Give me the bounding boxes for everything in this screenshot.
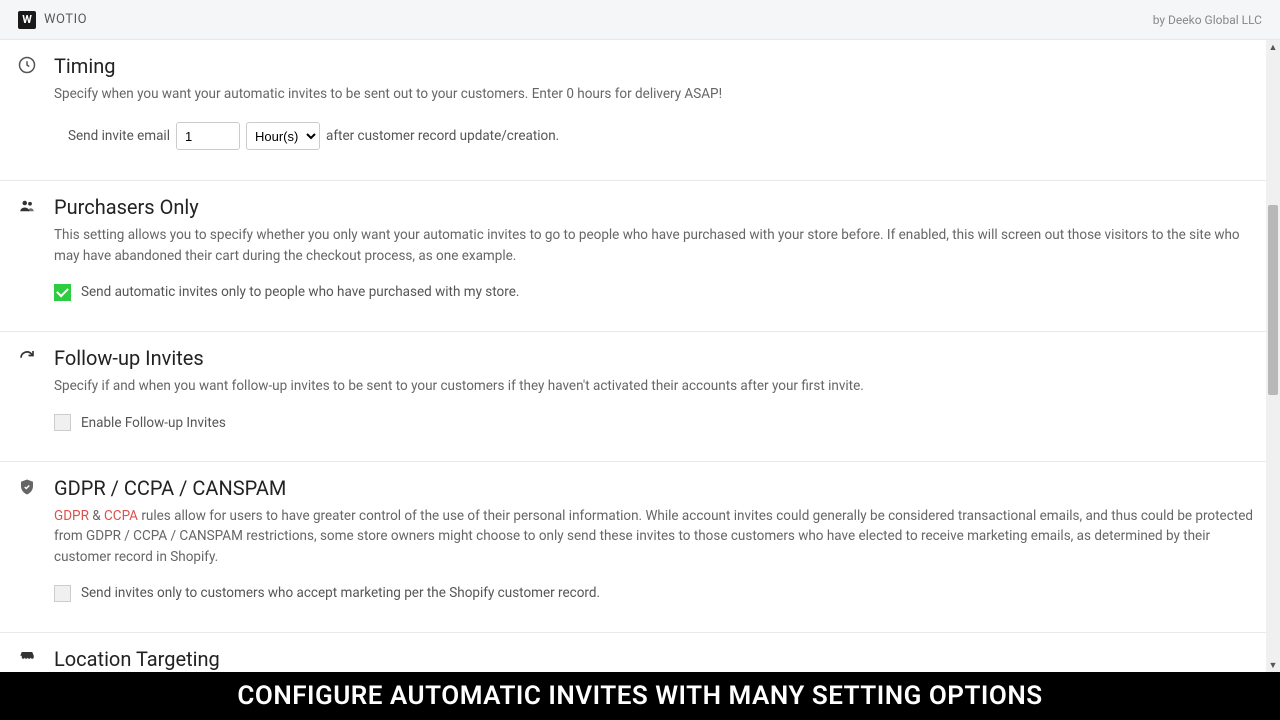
- followup-title: Follow-up Invites: [54, 346, 1262, 370]
- timing-label-after: after customer record update/creation.: [326, 128, 559, 144]
- clock-icon: [18, 54, 54, 150]
- timing-desc: Specify when you want your automatic inv…: [54, 84, 1262, 104]
- location-title: Location Targeting: [54, 647, 1262, 671]
- app-name: WOTIO: [44, 12, 87, 27]
- promo-banner: CONFIGURE AUTOMATIC INVITES WITH MANY SE…: [0, 672, 1280, 720]
- ccpa-link[interactable]: CCPA: [104, 508, 138, 524]
- section-location: Location Targeting: [0, 633, 1280, 672]
- followup-checkbox[interactable]: [54, 414, 71, 431]
- timing-unit-select[interactable]: Hour(s): [246, 122, 320, 150]
- app-logo-icon: W: [18, 11, 36, 29]
- purchasers-title: Purchasers Only: [54, 195, 1262, 219]
- header-left: W WOTIO: [18, 11, 87, 29]
- timing-label-before: Send invite email: [68, 128, 170, 144]
- store-icon: [18, 647, 54, 672]
- section-gdpr: GDPR / CCPA / CANSPAM GDPR & CCPA rules …: [0, 462, 1280, 633]
- section-followup: Follow-up Invites Specify if and when yo…: [0, 332, 1280, 462]
- scrollbar-track[interactable]: ▲ ▼: [1266, 40, 1280, 672]
- timing-title: Timing: [54, 54, 1262, 78]
- refresh-icon: [18, 346, 54, 431]
- gdpr-link[interactable]: GDPR: [54, 508, 89, 524]
- purchasers-checkbox[interactable]: [54, 284, 71, 301]
- users-icon: [18, 195, 54, 301]
- gdpr-checkbox[interactable]: [54, 585, 71, 602]
- gdpr-checkbox-label: Send invites only to customers who accep…: [81, 585, 600, 601]
- scroll-up-icon[interactable]: ▲: [1266, 40, 1280, 54]
- section-timing: Timing Specify when you want your automa…: [0, 40, 1280, 181]
- purchasers-desc: This setting allows you to specify wheth…: [54, 225, 1262, 266]
- scrollbar-thumb[interactable]: [1268, 205, 1278, 395]
- purchasers-checkbox-row[interactable]: Send automatic invites only to people wh…: [54, 284, 1262, 301]
- settings-content: Timing Specify when you want your automa…: [0, 40, 1280, 672]
- gdpr-title: GDPR / CCPA / CANSPAM: [54, 476, 1262, 500]
- timing-value-input[interactable]: [176, 122, 240, 150]
- section-purchasers: Purchasers Only This setting allows you …: [0, 181, 1280, 332]
- gdpr-desc-rest: rules allow for users to have greater co…: [54, 508, 1253, 565]
- shield-icon: [18, 476, 54, 602]
- gdpr-amp: &: [89, 508, 104, 524]
- gdpr-desc: GDPR & CCPA rules allow for users to hav…: [54, 506, 1262, 567]
- app-header: W WOTIO by Deeko Global LLC: [0, 0, 1280, 40]
- timing-form-row: Send invite email Hour(s) after customer…: [54, 122, 1262, 150]
- purchasers-checkbox-label: Send automatic invites only to people wh…: [81, 284, 519, 300]
- followup-checkbox-label: Enable Follow-up Invites: [81, 415, 226, 431]
- followup-checkbox-row[interactable]: Enable Follow-up Invites: [54, 414, 1262, 431]
- gdpr-checkbox-row[interactable]: Send invites only to customers who accep…: [54, 585, 1262, 602]
- followup-desc: Specify if and when you want follow-up i…: [54, 376, 1262, 396]
- byline: by Deeko Global LLC: [1153, 13, 1262, 27]
- scroll-down-icon[interactable]: ▼: [1266, 658, 1280, 672]
